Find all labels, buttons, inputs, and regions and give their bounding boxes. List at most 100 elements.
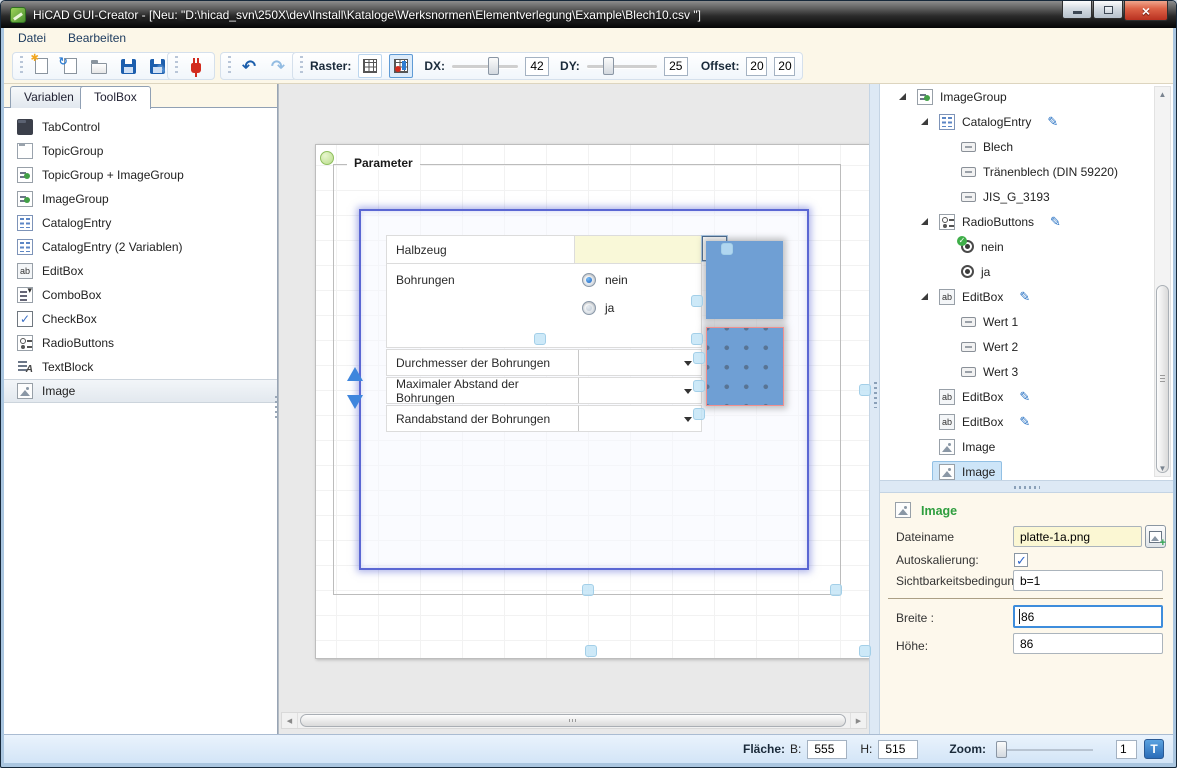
- offset-y-input[interactable]: [774, 57, 795, 76]
- tree-item-blech[interactable]: Blech: [880, 134, 1173, 159]
- design-canvas[interactable]: Parameter Halbzeug Bohrungen nein: [278, 84, 869, 734]
- offset-x-input[interactable]: [746, 57, 767, 76]
- tree-expander-icon[interactable]: [916, 118, 932, 125]
- edit-pencil-icon[interactable]: [1050, 215, 1061, 228]
- resize-handle[interactable]: [693, 380, 705, 392]
- menu-bearbeiten[interactable]: Bearbeiten: [68, 31, 126, 45]
- resize-handle[interactable]: [830, 584, 842, 596]
- design-page[interactable]: Parameter Halbzeug Bohrungen nein: [315, 144, 870, 659]
- randabstand-combobox[interactable]: [578, 406, 701, 431]
- plugin-button[interactable]: [185, 54, 207, 78]
- tree-item-content[interactable]: CatalogEntry: [932, 111, 1038, 133]
- resize-handle[interactable]: [859, 645, 871, 657]
- toolbox-item-catalogentry[interactable]: CatalogEntry: [4, 211, 277, 235]
- new-button[interactable]: ✱: [30, 54, 52, 78]
- toolbox-item-image[interactable]: Image: [4, 379, 277, 403]
- tree-expander-icon[interactable]: [894, 93, 910, 100]
- tree-item-image[interactable]: Image: [880, 434, 1173, 459]
- tree-item-image[interactable]: Image: [880, 459, 1173, 480]
- toolbox-item-editbox[interactable]: EditBox: [4, 259, 277, 283]
- horizontal-splitter[interactable]: [880, 480, 1173, 493]
- tree-expander-icon[interactable]: [916, 218, 932, 225]
- undo-button[interactable]: ↶: [238, 54, 260, 78]
- durchmesser-combobox[interactable]: [578, 350, 701, 375]
- toolbox-item-radiobuttons[interactable]: RadioButtons: [4, 331, 277, 355]
- close-button[interactable]: ×: [1124, 1, 1168, 21]
- scroll-left-arrow[interactable]: ◀: [282, 713, 298, 728]
- toolbox-item-checkbox[interactable]: CheckBox: [4, 307, 277, 331]
- tree-item-content[interactable]: Tränenblech (DIN 59220): [954, 162, 1125, 182]
- resize-handle[interactable]: [691, 333, 703, 345]
- dy-slider[interactable]: [587, 56, 657, 76]
- toolbox-item-topicgroup[interactable]: TopicGroup: [4, 139, 277, 163]
- title-bar[interactable]: HiCAD GUI-Creator - [Neu: "D:\hicad_svn\…: [1, 1, 1176, 28]
- resize-handle[interactable]: [721, 243, 733, 255]
- zoom-value-input[interactable]: [1116, 740, 1137, 759]
- tree-item-ja[interactable]: ja: [880, 259, 1173, 284]
- dateiname-input[interactable]: [1013, 526, 1142, 547]
- tree-item-content[interactable]: Wert 3: [954, 362, 1025, 382]
- tree-item-catalogentry[interactable]: CatalogEntry: [880, 109, 1173, 134]
- tree-item-content[interactable]: RadioButtons: [932, 211, 1041, 233]
- save-button[interactable]: [117, 54, 139, 78]
- breite-input[interactable]: [1013, 605, 1163, 628]
- toolbar-grip[interactable]: [20, 56, 23, 76]
- tree-item-editbox[interactable]: EditBox: [880, 409, 1173, 434]
- tree-item-radiobuttons[interactable]: RadioButtons: [880, 209, 1173, 234]
- tree-item-wert-3[interactable]: Wert 3: [880, 359, 1173, 384]
- toolbox-item-textblock[interactable]: TextBlock: [4, 355, 277, 379]
- tree-item-content[interactable]: Image: [932, 436, 1002, 458]
- resize-handle[interactable]: [534, 333, 546, 345]
- toolbar-grip[interactable]: [228, 56, 231, 76]
- toolbox-item-imagegroup[interactable]: ImageGroup: [4, 187, 277, 211]
- menu-datei[interactable]: Datei: [18, 31, 46, 45]
- toolbox-item-topicgroup-imagegroup[interactable]: TopicGroup + ImageGroup: [4, 163, 277, 187]
- resize-handle[interactable]: [693, 408, 705, 420]
- image-placeholder-plain[interactable]: [706, 241, 783, 319]
- open-button[interactable]: [88, 54, 110, 78]
- abstand-combobox[interactable]: [578, 378, 701, 403]
- hoehe-input[interactable]: [1013, 633, 1163, 654]
- tree-item-content[interactable]: ImageGroup: [910, 86, 1014, 108]
- new-from-template-button[interactable]: ↻: [59, 54, 81, 78]
- scrollbar-thumb[interactable]: [300, 714, 846, 727]
- tree-scrollbar[interactable]: ▲ ▼: [1154, 86, 1171, 477]
- tree-item-content[interactable]: nein: [954, 237, 1011, 257]
- tree-item-content[interactable]: EditBox: [932, 386, 1010, 408]
- dx-value-input[interactable]: [525, 57, 549, 76]
- tree-item-content[interactable]: Wert 2: [954, 337, 1025, 357]
- edit-pencil-icon[interactable]: [1019, 390, 1030, 403]
- tree-expander-icon[interactable]: [916, 293, 932, 300]
- sichtbarkeit-input[interactable]: [1013, 570, 1163, 591]
- dy-value-input[interactable]: [664, 57, 688, 76]
- dy-slider-thumb[interactable]: [603, 57, 614, 75]
- tree-item-editbox[interactable]: EditBox: [880, 384, 1173, 409]
- resize-handle[interactable]: [585, 645, 597, 657]
- edit-pencil-icon[interactable]: [1047, 115, 1058, 128]
- tree-item-wert-1[interactable]: Wert 1: [880, 309, 1173, 334]
- toolbar-grip[interactable]: [300, 56, 303, 76]
- radio-checked-icon[interactable]: [582, 273, 596, 287]
- dx-slider[interactable]: [452, 56, 518, 76]
- dx-slider-thumb[interactable]: [488, 57, 499, 75]
- tab-toolbox[interactable]: ToolBox: [80, 86, 151, 109]
- tree-item-wert-2[interactable]: Wert 2: [880, 334, 1173, 359]
- tree-item-content[interactable]: Image: [932, 461, 1002, 481]
- toolbar-grip[interactable]: [175, 56, 178, 76]
- autoskalierung-checkbox[interactable]: [1014, 553, 1028, 567]
- edit-pencil-icon[interactable]: [1019, 290, 1030, 303]
- resize-handle[interactable]: [582, 584, 594, 596]
- tree-item-content[interactable]: JIS_G_3193: [954, 187, 1057, 207]
- zoom-slider-thumb[interactable]: [996, 741, 1007, 758]
- radio-option-nein[interactable]: nein: [582, 273, 628, 287]
- group-anchor-handle[interactable]: [320, 151, 334, 165]
- tab-variablen[interactable]: Variablen: [10, 86, 88, 108]
- scroll-down-arrow[interactable]: ▼: [1155, 461, 1170, 476]
- scroll-right-arrow[interactable]: ▶: [850, 713, 866, 728]
- tree-item-jis-g-3193[interactable]: JIS_G_3193: [880, 184, 1173, 209]
- toolbox-item-tabcontrol[interactable]: TabControl: [4, 115, 277, 139]
- vertical-splitter[interactable]: [869, 84, 880, 734]
- tree-item-content[interactable]: EditBox: [932, 286, 1010, 308]
- tree-item-content[interactable]: Wert 1: [954, 312, 1025, 332]
- text-mode-button[interactable]: T: [1144, 739, 1164, 759]
